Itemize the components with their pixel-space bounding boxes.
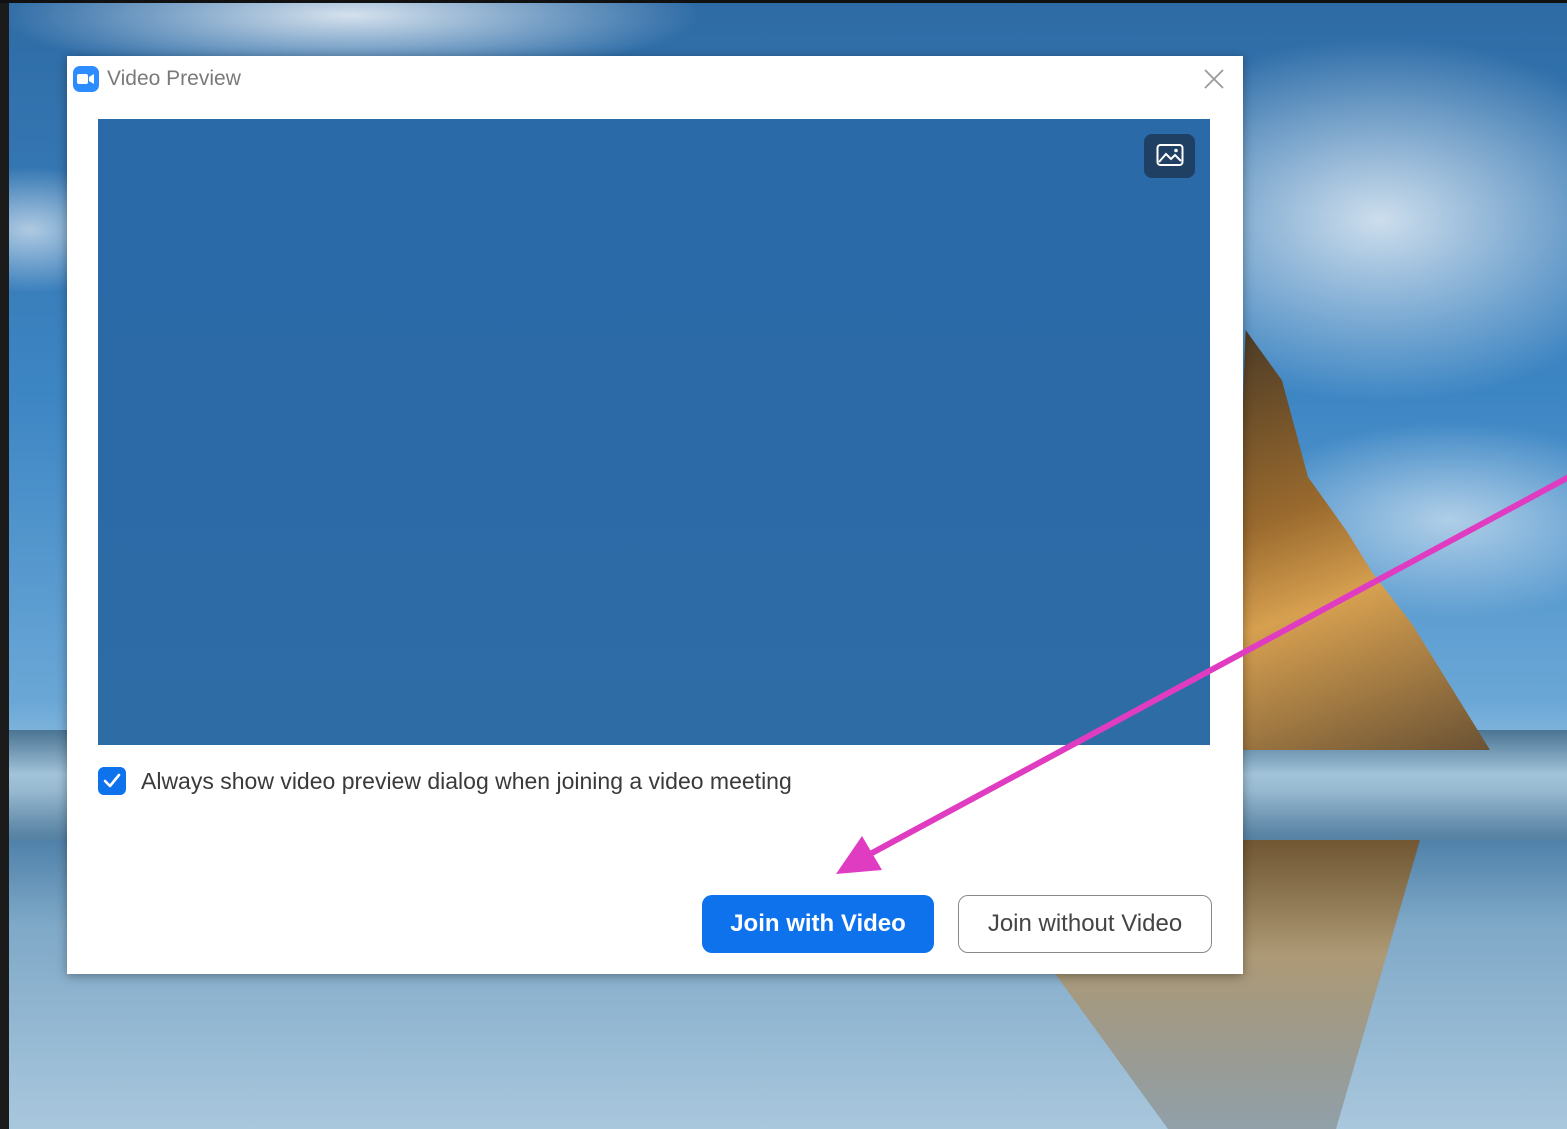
video-preview-area <box>98 119 1210 745</box>
always-show-preview-checkbox[interactable] <box>98 767 126 795</box>
screen-top-edge <box>0 0 1567 3</box>
always-show-preview-row: Always show video preview dialog when jo… <box>98 765 792 797</box>
close-icon[interactable] <box>1201 66 1227 92</box>
video-preview-dialog: Video Preview Always show video preview … <box>67 56 1243 974</box>
virtual-background-button[interactable] <box>1144 134 1195 178</box>
join-without-video-button[interactable]: Join without Video <box>958 895 1212 953</box>
dialog-titlebar[interactable]: Video Preview <box>67 56 1243 100</box>
dialog-title: Video Preview <box>107 67 241 90</box>
zoom-camera-icon <box>73 66 99 92</box>
always-show-preview-label[interactable]: Always show video preview dialog when jo… <box>141 768 792 795</box>
join-with-video-button[interactable]: Join with Video <box>702 895 934 953</box>
screen-edge <box>0 0 9 1129</box>
